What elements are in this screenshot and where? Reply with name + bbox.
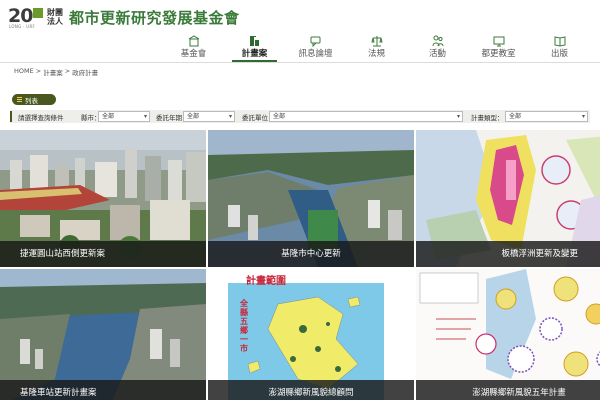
forum-icon [285,32,346,48]
breadcrumb-projects[interactable]: 計畫案 [43,67,63,77]
events-icon [407,32,468,47]
year-select[interactable]: 全部 [183,111,235,122]
nav-label: 法規 [367,49,385,59]
site-logo[interactable]: 20 LONG · URF 財團法人 都市更新研究發展基金會 [8,4,240,30]
nav-item-events[interactable]: 活動 [407,30,468,60]
main-nav: 基金會 計畫案 訊息論壇 法規 活動 都更教室 出版 [163,30,590,63]
project-card[interactable]: 澎湖縣鄉新風貌五年計畫 [416,269,600,400]
map-side-label: 全縣五鄉一市 [240,299,248,353]
breadcrumb-separator: > [64,67,71,75]
projects-icon [224,32,285,46]
breadcrumb-current: 政府計畫 [72,69,99,77]
project-card[interactable]: 基隆市中心更新 [208,130,414,267]
project-title: 澎湖縣鄉新風貌總顧問 [208,380,414,400]
nav-label: 都更教室 [481,49,516,59]
classroom-icon [468,32,529,47]
site-title: 都市更新研究發展基金會 [69,8,240,27]
nav-label: 基金會 [180,49,207,59]
law-icon [346,32,407,47]
nav-label: 出版 [550,49,568,59]
nav-label: 計畫案 [241,49,268,59]
foundation-icon [163,32,224,47]
project-card[interactable]: 基隆車站更新計畫案 [0,269,206,400]
project-card[interactable]: 計畫範圍 全縣五鄉一市 澎湖縣鄉新風貌總顧問 [208,269,414,400]
list-icon [17,97,22,102]
nav-item-law[interactable]: 法規 [346,30,407,60]
map-title: 計畫範圍 [246,276,286,287]
project-card[interactable]: 捷運圓山站西側更新案 [0,130,206,267]
nav-item-foundation[interactable]: 基金會 [163,30,224,60]
list-view-tab[interactable]: 列表 [12,94,56,105]
nav-item-forum[interactable]: 訊息論壇 [285,30,346,60]
filter-bar: 請選擇查詢條件 縣市： 全部 委託年期： 全部 委託單位： 全部 計畫類型： 全… [10,110,590,123]
nav-item-classroom[interactable]: 都更教室 [468,30,529,60]
project-card[interactable]: 板橋浮洲更新及變更 [416,130,600,267]
nav-label: 活動 [428,49,446,59]
logo-square [33,8,43,18]
project-grid: 捷運圓山站西側更新案 基隆市中心更新 板橋浮洲更新及變更 基隆車站更新計畫案 計… [0,130,600,400]
filter-bar-marker [10,111,12,122]
list-tab-label: 列表 [25,96,38,105]
type-select[interactable]: 全部 [505,111,588,122]
logo-mark: 20 LONG · URF [8,5,44,29]
project-title: 板橋浮洲更新及變更 [416,241,600,267]
header-divider [0,62,600,63]
project-title: 基隆車站更新計畫案 [0,380,206,400]
project-title: 捷運圓山站西側更新案 [0,241,206,267]
county-select[interactable]: 全部 [98,111,150,122]
nav-item-publication[interactable]: 出版 [529,30,590,60]
project-title: 基隆市中心更新 [208,241,414,267]
filter-prompt: 請選擇查詢條件 [18,114,64,122]
publication-icon [529,32,590,47]
breadcrumb: HOME > 計畫案 > 政府計畫 [14,67,98,77]
site-header: 20 LONG · URF 財團法人 都市更新研究發展基金會 基金會 計畫案 訊… [0,0,600,63]
breadcrumb-home[interactable]: HOME [14,67,34,77]
logo-small-text: LONG · URF [9,24,36,29]
unit-select[interactable]: 全部 [269,111,463,122]
project-title: 澎湖縣鄉新風貌五年計畫 [416,380,600,400]
nav-label: 訊息論壇 [298,49,333,59]
breadcrumb-separator: > [35,67,42,75]
nav-item-projects[interactable]: 計畫案 [224,30,285,63]
logo-subtitle: 財團法人 [47,8,63,26]
type-filter-label: 計畫類型： [471,114,504,122]
